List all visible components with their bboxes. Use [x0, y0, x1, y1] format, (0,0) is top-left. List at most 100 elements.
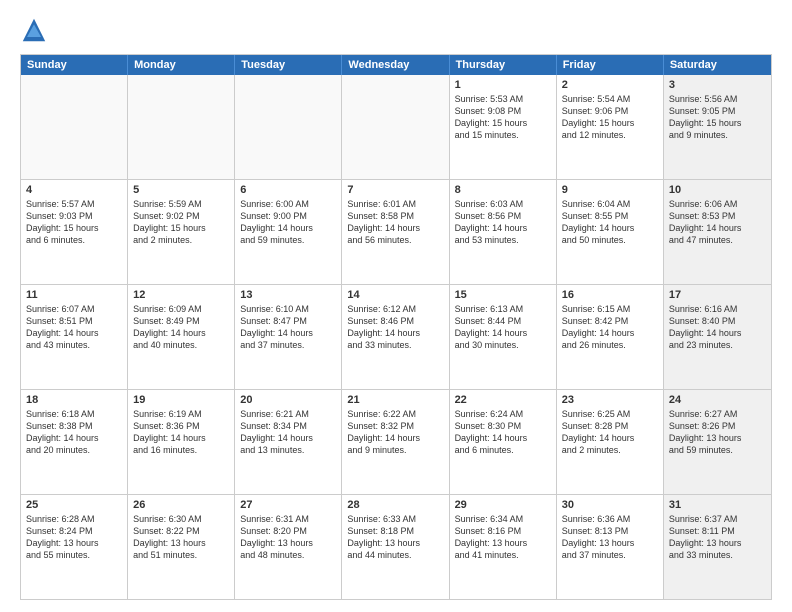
day-details: Sunrise: 6:07 AM Sunset: 8:51 PM Dayligh… [26, 303, 122, 352]
day-cell-11: 11 Sunrise: 6:07 AM Sunset: 8:51 PM Dayli… [21, 285, 128, 389]
day-cell-31: 31Sunrise: 6:37 AM Sunset: 8:11 PM Dayli… [664, 495, 771, 599]
day-cell-19: 19 Sunrise: 6:19 AM Sunset: 8:36 PM Dayli… [128, 390, 235, 494]
day-details: Sunrise: 6:12 AM Sunset: 8:46 PM Dayligh… [347, 303, 443, 352]
calendar-row-5: 25Sunrise: 6:28 AM Sunset: 8:24 PM Dayli… [21, 495, 771, 599]
day-number: 12 [133, 289, 229, 301]
day-details: Sunrise: 6:22 AM Sunset: 8:32 PM Dayligh… [347, 408, 443, 457]
weekday-header-friday: Friday [557, 55, 664, 75]
calendar-row-4: 18Sunrise: 6:18 AM Sunset: 8:38 PM Dayli… [21, 390, 771, 495]
day-number: 16 [562, 289, 658, 301]
day-cell-18: 18Sunrise: 6:18 AM Sunset: 8:38 PM Dayli… [21, 390, 128, 494]
day-number: 17 [669, 289, 766, 301]
day-number: 4 [26, 184, 122, 196]
day-details: Sunrise: 6:03 AM Sunset: 8:56 PM Dayligh… [455, 198, 551, 247]
day-cell-29: 29Sunrise: 6:34 AM Sunset: 8:16 PM Dayli… [450, 495, 557, 599]
day-number: 5 [133, 184, 229, 196]
day-cell-2: 2 Sunrise: 5:54 AM Sunset: 9:06 PM Daylig… [557, 75, 664, 179]
day-number: 23 [562, 394, 658, 406]
empty-cell [128, 75, 235, 179]
empty-cell [235, 75, 342, 179]
day-number: 26 [133, 499, 229, 511]
day-details: Sunrise: 6:10 AM Sunset: 8:47 PM Dayligh… [240, 303, 336, 352]
day-cell-27: 27Sunrise: 6:31 AM Sunset: 8:20 PM Dayli… [235, 495, 342, 599]
day-cell-10: 10 Sunrise: 6:06 AM Sunset: 8:53 PM Dayli… [664, 180, 771, 284]
day-cell-20: 20Sunrise: 6:21 AM Sunset: 8:34 PM Dayli… [235, 390, 342, 494]
day-cell-7: 7 Sunrise: 6:01 AM Sunset: 8:58 PM Daylig… [342, 180, 449, 284]
day-number: 14 [347, 289, 443, 301]
day-details: Sunrise: 6:28 AM Sunset: 8:24 PM Dayligh… [26, 513, 122, 562]
day-details: Sunrise: 6:00 AM Sunset: 9:00 PM Dayligh… [240, 198, 336, 247]
day-number: 2 [562, 79, 658, 91]
day-cell-23: 23 Sunrise: 6:25 AM Sunset: 8:28 PM Dayli… [557, 390, 664, 494]
day-number: 21 [347, 394, 443, 406]
weekday-header-tuesday: Tuesday [235, 55, 342, 75]
day-cell-24: 24 Sunrise: 6:27 AM Sunset: 8:26 PM Dayli… [664, 390, 771, 494]
day-cell-14: 14 Sunrise: 6:12 AM Sunset: 8:46 PM Dayli… [342, 285, 449, 389]
day-details: Sunrise: 6:25 AM Sunset: 8:28 PM Dayligh… [562, 408, 658, 457]
day-cell-12: 12 Sunrise: 6:09 AM Sunset: 8:49 PM Dayli… [128, 285, 235, 389]
day-details: Sunrise: 5:54 AM Sunset: 9:06 PM Dayligh… [562, 93, 658, 142]
day-details: Sunrise: 6:34 AM Sunset: 8:16 PM Dayligh… [455, 513, 551, 562]
day-cell-16: 16 Sunrise: 6:15 AM Sunset: 8:42 PM Dayli… [557, 285, 664, 389]
day-details: Sunrise: 6:19 AM Sunset: 8:36 PM Dayligh… [133, 408, 229, 457]
empty-cell [342, 75, 449, 179]
day-details: Sunrise: 6:15 AM Sunset: 8:42 PM Dayligh… [562, 303, 658, 352]
day-details: Sunrise: 6:01 AM Sunset: 8:58 PM Dayligh… [347, 198, 443, 247]
day-number: 7 [347, 184, 443, 196]
day-details: Sunrise: 5:59 AM Sunset: 9:02 PM Dayligh… [133, 198, 229, 247]
day-number: 19 [133, 394, 229, 406]
day-cell-8: 8 Sunrise: 6:03 AM Sunset: 8:56 PM Daylig… [450, 180, 557, 284]
day-number: 22 [455, 394, 551, 406]
day-details: Sunrise: 6:18 AM Sunset: 8:38 PM Dayligh… [26, 408, 122, 457]
page: SundayMondayTuesdayWednesdayThursdayFrid… [0, 0, 792, 612]
day-cell-22: 22 Sunrise: 6:24 AM Sunset: 8:30 PM Dayli… [450, 390, 557, 494]
calendar-header: SundayMondayTuesdayWednesdayThursdayFrid… [21, 55, 771, 75]
day-cell-13: 13 Sunrise: 6:10 AM Sunset: 8:47 PM Dayli… [235, 285, 342, 389]
calendar-row-2: 4 Sunrise: 5:57 AM Sunset: 9:03 PM Daylig… [21, 180, 771, 285]
day-cell-26: 26 Sunrise: 6:30 AM Sunset: 8:22 PM Dayli… [128, 495, 235, 599]
day-cell-3: 3Sunrise: 5:56 AM Sunset: 9:05 PM Daylig… [664, 75, 771, 179]
day-details: Sunrise: 6:24 AM Sunset: 8:30 PM Dayligh… [455, 408, 551, 457]
day-cell-30: 30Sunrise: 6:36 AM Sunset: 8:13 PM Dayli… [557, 495, 664, 599]
day-number: 9 [562, 184, 658, 196]
day-cell-5: 5 Sunrise: 5:59 AM Sunset: 9:02 PM Daylig… [128, 180, 235, 284]
day-details: Sunrise: 6:16 AM Sunset: 8:40 PM Dayligh… [669, 303, 766, 352]
day-cell-6: 6 Sunrise: 6:00 AM Sunset: 9:00 PM Daylig… [235, 180, 342, 284]
day-number: 20 [240, 394, 336, 406]
day-details: Sunrise: 6:33 AM Sunset: 8:18 PM Dayligh… [347, 513, 443, 562]
day-number: 6 [240, 184, 336, 196]
day-details: Sunrise: 6:27 AM Sunset: 8:26 PM Dayligh… [669, 408, 766, 457]
day-number: 31 [669, 499, 766, 511]
day-number: 27 [240, 499, 336, 511]
day-number: 1 [455, 79, 551, 91]
day-cell-21: 21 Sunrise: 6:22 AM Sunset: 8:32 PM Dayli… [342, 390, 449, 494]
day-details: Sunrise: 6:30 AM Sunset: 8:22 PM Dayligh… [133, 513, 229, 562]
day-cell-1: 1Sunrise: 5:53 AM Sunset: 9:08 PM Daylig… [450, 75, 557, 179]
weekday-header-wednesday: Wednesday [342, 55, 449, 75]
day-cell-28: 28Sunrise: 6:33 AM Sunset: 8:18 PM Dayli… [342, 495, 449, 599]
logo [20, 16, 52, 44]
calendar: SundayMondayTuesdayWednesdayThursdayFrid… [20, 54, 772, 600]
logo-icon [20, 16, 48, 44]
day-number: 15 [455, 289, 551, 301]
day-details: Sunrise: 5:56 AM Sunset: 9:05 PM Dayligh… [669, 93, 766, 142]
calendar-row-1: 1Sunrise: 5:53 AM Sunset: 9:08 PM Daylig… [21, 75, 771, 180]
day-details: Sunrise: 6:36 AM Sunset: 8:13 PM Dayligh… [562, 513, 658, 562]
calendar-body: 1Sunrise: 5:53 AM Sunset: 9:08 PM Daylig… [21, 75, 771, 599]
day-cell-15: 15Sunrise: 6:13 AM Sunset: 8:44 PM Dayli… [450, 285, 557, 389]
day-details: Sunrise: 6:06 AM Sunset: 8:53 PM Dayligh… [669, 198, 766, 247]
day-cell-4: 4 Sunrise: 5:57 AM Sunset: 9:03 PM Daylig… [21, 180, 128, 284]
weekday-header-monday: Monday [128, 55, 235, 75]
day-cell-9: 9 Sunrise: 6:04 AM Sunset: 8:55 PM Daylig… [557, 180, 664, 284]
day-details: Sunrise: 6:09 AM Sunset: 8:49 PM Dayligh… [133, 303, 229, 352]
day-number: 11 [26, 289, 122, 301]
weekday-header-saturday: Saturday [664, 55, 771, 75]
weekday-header-sunday: Sunday [21, 55, 128, 75]
day-number: 10 [669, 184, 766, 196]
day-cell-25: 25Sunrise: 6:28 AM Sunset: 8:24 PM Dayli… [21, 495, 128, 599]
day-number: 8 [455, 184, 551, 196]
day-number: 24 [669, 394, 766, 406]
day-details: Sunrise: 5:57 AM Sunset: 9:03 PM Dayligh… [26, 198, 122, 247]
day-number: 13 [240, 289, 336, 301]
day-details: Sunrise: 6:04 AM Sunset: 8:55 PM Dayligh… [562, 198, 658, 247]
